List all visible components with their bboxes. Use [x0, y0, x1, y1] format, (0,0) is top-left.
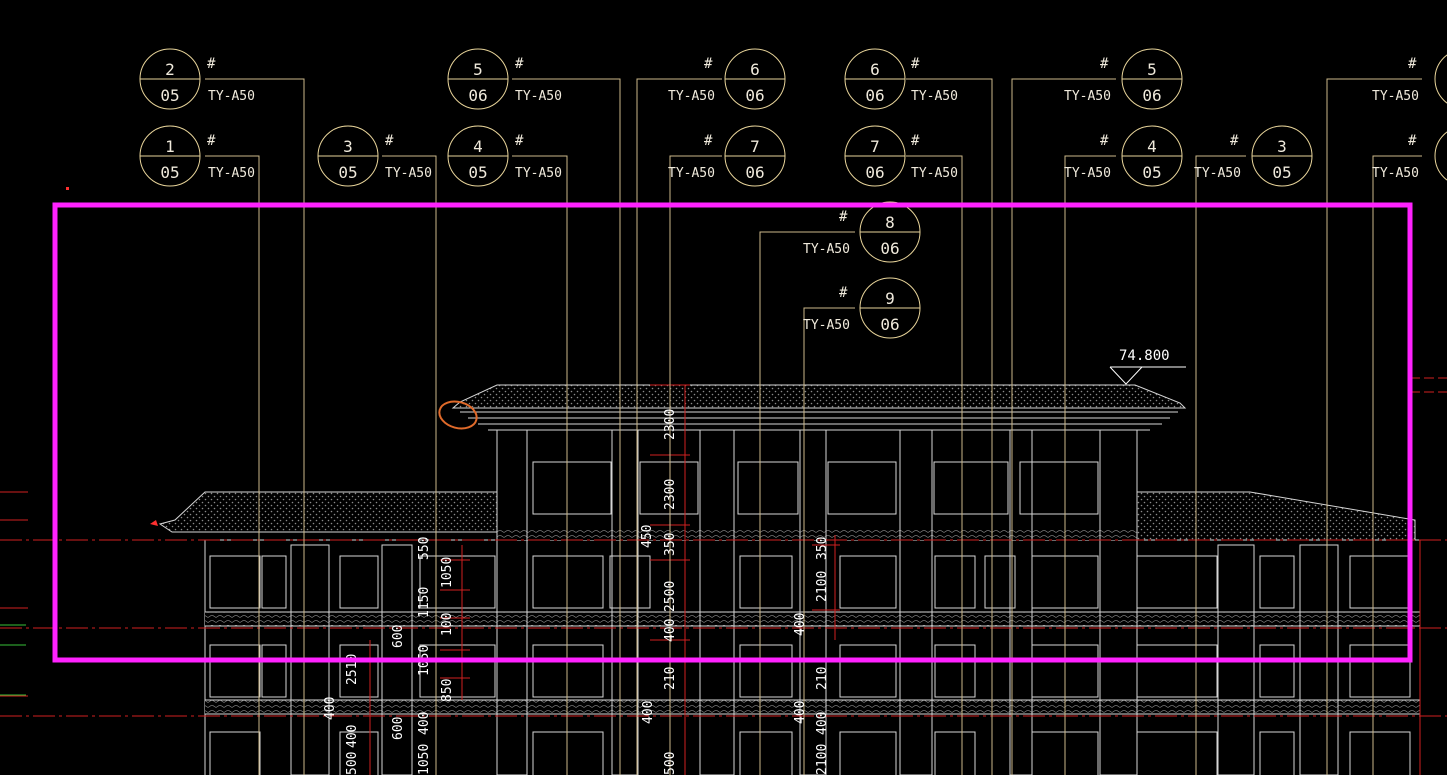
svg-text:210: 210 [815, 667, 830, 690]
svg-text:6: 6 [870, 60, 880, 79]
svg-text:TY-A50: TY-A50 [1064, 89, 1111, 104]
svg-text:TY-A50: TY-A50 [385, 166, 432, 181]
svg-text:100: 100 [440, 613, 455, 636]
svg-text:05: 05 [1272, 163, 1291, 182]
svg-text:#: # [911, 56, 920, 72]
svg-text:500: 500 [663, 752, 678, 775]
svg-text:3: 3 [343, 137, 353, 156]
svg-text:400: 400 [793, 613, 808, 636]
svg-text:850: 850 [440, 679, 455, 702]
svg-text:TY-A50: TY-A50 [515, 166, 562, 181]
svg-text:05: 05 [160, 163, 179, 182]
svg-text:TY-A50: TY-A50 [1372, 89, 1419, 104]
svg-text:7: 7 [870, 137, 880, 156]
lower-roof-left [158, 491, 498, 533]
svg-text:TY-A50: TY-A50 [911, 166, 958, 181]
svg-text:#: # [911, 133, 920, 149]
svg-text:350: 350 [815, 537, 830, 560]
svg-text:4: 4 [1147, 137, 1157, 156]
cad-drawing-canvas: 2 05 # TY-A50 1 05 # TY-A50 3 05 # TY-A5… [0, 48, 1447, 775]
svg-text:#: # [515, 56, 524, 72]
elevation-value: 74.800 [1119, 348, 1170, 364]
svg-text:2300: 2300 [663, 409, 678, 440]
svg-text:TY-A50: TY-A50 [1194, 166, 1241, 181]
svg-text:400: 400 [815, 712, 830, 735]
svg-text:2100: 2100 [815, 571, 830, 602]
detail-callouts: 2 05 # TY-A50 1 05 # TY-A50 3 05 # TY-A5… [139, 48, 1447, 339]
svg-text:06: 06 [745, 163, 764, 182]
svg-text:#: # [1230, 133, 1239, 149]
svg-text:1050: 1050 [440, 557, 455, 588]
callout-leaders [205, 78, 1422, 775]
svg-text:7: 7 [750, 137, 760, 156]
svg-text:06: 06 [865, 86, 884, 105]
svg-text:#: # [207, 133, 216, 149]
svg-text:TY-A50: TY-A50 [515, 89, 562, 104]
upper-roof [451, 384, 1187, 409]
svg-text:#: # [515, 133, 524, 149]
upper-storey-wall [496, 429, 1138, 541]
svg-text:450: 450 [640, 525, 655, 548]
svg-text:06: 06 [468, 86, 487, 105]
svg-text:350: 350 [663, 533, 678, 556]
svg-text:500: 500 [345, 752, 360, 775]
svg-text:1150: 1150 [417, 587, 432, 618]
svg-text:400: 400 [345, 725, 360, 748]
svg-text:400: 400 [663, 619, 678, 642]
svg-text:400: 400 [323, 697, 338, 720]
svg-text:600: 600 [391, 717, 406, 740]
svg-text:05: 05 [160, 86, 179, 105]
red-axis-lines [0, 377, 1447, 775]
svg-text:#: # [385, 133, 394, 149]
svg-text:2300: 2300 [663, 479, 678, 510]
svg-text:05: 05 [468, 163, 487, 182]
svg-text:TY-A50: TY-A50 [208, 166, 255, 181]
svg-text:6: 6 [750, 60, 760, 79]
svg-text:#: # [1100, 133, 1109, 149]
svg-text:#: # [839, 285, 848, 301]
svg-text:TY-A50: TY-A50 [911, 89, 958, 104]
svg-text:400: 400 [417, 712, 432, 735]
svg-text:400: 400 [793, 701, 808, 724]
svg-text:06: 06 [745, 86, 764, 105]
svg-text:TY-A50: TY-A50 [208, 89, 255, 104]
svg-text:2500: 2500 [663, 581, 678, 612]
svg-text:550: 550 [417, 537, 432, 560]
svg-text:1: 1 [165, 137, 175, 156]
svg-text:2100: 2100 [815, 744, 830, 775]
svg-text:210: 210 [663, 667, 678, 690]
svg-text:TY-A50: TY-A50 [668, 166, 715, 181]
svg-text:3: 3 [1277, 137, 1287, 156]
svg-text:#: # [1408, 56, 1417, 72]
svg-text:600: 600 [391, 625, 406, 648]
svg-text:06: 06 [880, 239, 899, 258]
svg-text:TY-A50: TY-A50 [803, 318, 850, 333]
dimension-labels: 2300 2300 450 350 350 550 1050 1150 100 … [323, 409, 830, 775]
svg-text:400: 400 [641, 701, 656, 724]
svg-text:#: # [1100, 56, 1109, 72]
svg-text:TY-A50: TY-A50 [1064, 166, 1111, 181]
svg-text:#: # [207, 56, 216, 72]
svg-text:5: 5 [1147, 60, 1157, 79]
svg-text:#: # [704, 133, 713, 149]
svg-text:06: 06 [865, 163, 884, 182]
svg-text:1050: 1050 [417, 744, 432, 775]
svg-text:#: # [839, 209, 848, 225]
svg-text:5: 5 [473, 60, 483, 79]
svg-text:05: 05 [1142, 163, 1161, 182]
svg-text:2: 2 [165, 60, 175, 79]
svg-text:4: 4 [473, 137, 483, 156]
svg-text:06: 06 [880, 315, 899, 334]
svg-text:8: 8 [885, 213, 895, 232]
svg-text:TY-A50: TY-A50 [803, 242, 850, 257]
svg-text:#: # [1408, 133, 1417, 149]
selection-rectangle[interactable] [52, 202, 1413, 663]
svg-text:9: 9 [885, 289, 895, 308]
svg-text:06: 06 [1142, 86, 1161, 105]
svg-text:#: # [704, 56, 713, 72]
svg-text:TY-A50: TY-A50 [668, 89, 715, 104]
elevation-marker: 74.800 [1109, 348, 1186, 385]
svg-text:05: 05 [338, 163, 357, 182]
svg-text:TY-A50: TY-A50 [1372, 166, 1419, 181]
